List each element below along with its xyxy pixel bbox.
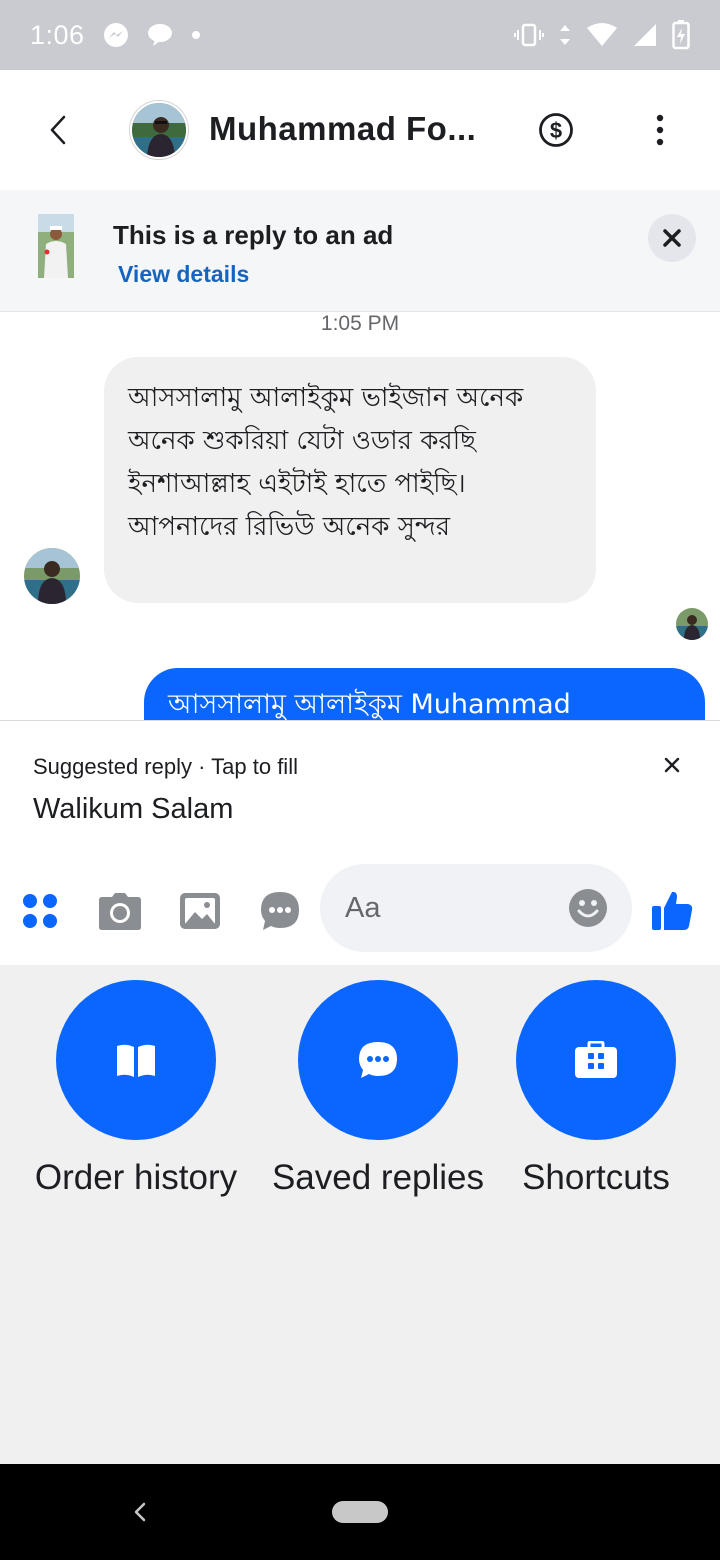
cell-signal-icon [632, 22, 658, 48]
back-icon[interactable] [38, 110, 78, 150]
suggested-reply-text[interactable]: Walikum Salam [33, 793, 233, 826]
more-vertical-icon[interactable] [646, 112, 674, 148]
thumbs-up-icon[interactable] [650, 888, 694, 932]
message-timestamp: 1:05 PM [320, 312, 400, 335]
data-arrows-icon [558, 23, 572, 47]
chat-bubble-icon [359, 1042, 397, 1078]
shortcuts-circle[interactable] [516, 980, 676, 1140]
chat-bubble-icon [147, 22, 173, 48]
battery-charging-icon [672, 20, 690, 50]
dollar-icon[interactable]: $ [538, 112, 574, 148]
saved-replies-button[interactable]: Saved replies [252, 980, 504, 1198]
svg-text:4: 4 [606, 38, 611, 48]
status-time: 1:06 [30, 19, 85, 50]
briefcase-icon [575, 1041, 617, 1078]
order-history-circle[interactable] [56, 980, 216, 1140]
sender-avatar[interactable] [24, 548, 80, 604]
dot-icon [191, 30, 201, 40]
order-history-label: Order history [34, 1158, 238, 1197]
order-history-button[interactable]: Order history [8, 980, 264, 1198]
close-icon [663, 229, 681, 247]
ad-thumbnail[interactable] [38, 214, 74, 278]
close-icon[interactable] [660, 753, 684, 777]
contact-name[interactable]: Muhammad Fo... [209, 110, 476, 148]
ad-reply-banner: This is a reply to an ad View details [0, 190, 720, 312]
camera-icon[interactable] [98, 889, 142, 933]
message-composer: Aa [0, 851, 720, 965]
message-input-placeholder: Aa [345, 892, 381, 924]
emoji-icon[interactable] [568, 888, 608, 928]
nav-home-pill[interactable] [332, 1501, 388, 1523]
view-details-link[interactable]: View details [118, 261, 249, 288]
svg-text:$: $ [550, 118, 562, 143]
shortcuts-button[interactable]: Shortcuts [496, 980, 696, 1198]
vibrate-icon [514, 23, 544, 47]
conversation-header: Muhammad Fo... $ [0, 70, 720, 190]
chat-more-icon[interactable] [258, 889, 302, 933]
seen-indicator-avatar [676, 608, 708, 640]
suggested-reply-panel: Suggested reply · Tap to fill Walikum Sa… [0, 721, 720, 851]
suggested-reply-label: Suggested reply · Tap to fill [33, 754, 298, 779]
ad-reply-title: This is a reply to an ad [113, 220, 394, 250]
saved-replies-circle[interactable] [298, 980, 458, 1140]
system-navigation-bar [0, 1464, 720, 1560]
nav-back-icon[interactable] [128, 1498, 152, 1526]
contact-avatar[interactable] [130, 101, 188, 159]
status-bar: 1:06 4 [0, 0, 720, 70]
close-ad-banner-button[interactable] [648, 214, 696, 262]
gallery-icon[interactable] [178, 889, 222, 933]
outgoing-message-bubble[interactable]: আসসালামু আলাইকুম Muhammad [144, 668, 705, 720]
apps-icon[interactable] [18, 889, 62, 933]
saved-replies-label: Saved replies [271, 1158, 485, 1197]
quick-actions-tray: Order history Saved replies Shortcuts [0, 965, 720, 1464]
book-icon [117, 1044, 155, 1077]
message-thread[interactable]: 1:05 PM আসসালামু আলাইকুম ভাইজান অনেক অনে… [0, 312, 720, 720]
message-input[interactable]: Aa [320, 864, 632, 952]
incoming-message-bubble[interactable]: আসসালামু আলাইকুম ভাইজান অনেক অনেক শুকরিয… [104, 357, 596, 603]
messenger-icon [103, 22, 129, 48]
wifi-icon: 4 [586, 22, 618, 48]
shortcuts-label: Shortcuts [522, 1158, 670, 1197]
